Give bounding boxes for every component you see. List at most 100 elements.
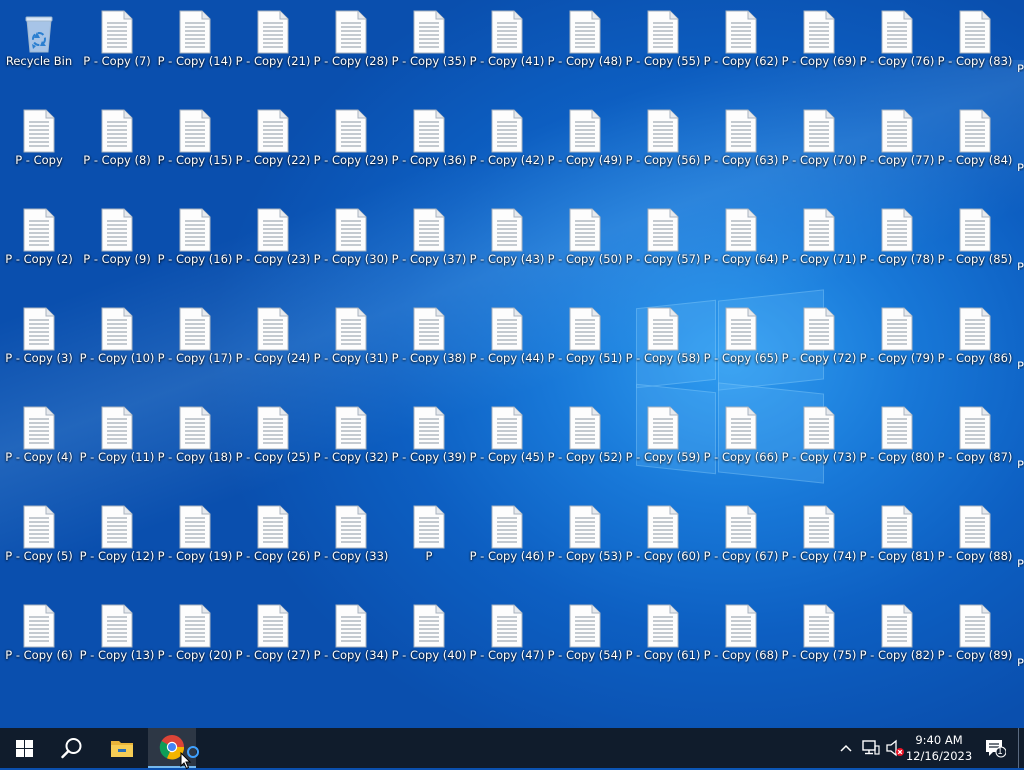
- desktop-file-offscreen[interactable]: P: [1017, 355, 1024, 369]
- desktop-file-icon[interactable]: P - Copy (27): [234, 594, 312, 672]
- desktop-file-icon[interactable]: P - Copy (52): [546, 396, 624, 474]
- desktop-file-icon[interactable]: P - Copy (89): [936, 594, 1014, 672]
- desktop-file-icon[interactable]: P - Copy (85): [936, 198, 1014, 276]
- desktop-file-icon[interactable]: P - Copy (64): [702, 198, 780, 276]
- desktop-file-icon[interactable]: P - Copy (43): [468, 198, 546, 276]
- desktop-file-icon[interactable]: P - Copy (25): [234, 396, 312, 474]
- desktop-file-icon[interactable]: P - Copy (63): [702, 99, 780, 177]
- desktop-file-icon[interactable]: P - Copy (37): [390, 198, 468, 276]
- desktop-file-icon[interactable]: P - Copy (48): [546, 0, 624, 78]
- desktop-file-icon[interactable]: P - Copy (38): [390, 297, 468, 375]
- desktop-file-icon[interactable]: P - Copy (15): [156, 99, 234, 177]
- desktop-file-icon[interactable]: P - Copy (45): [468, 396, 546, 474]
- volume-button[interactable]: [884, 728, 906, 768]
- desktop-file-icon[interactable]: P - Copy (47): [468, 594, 546, 672]
- taskbar-chrome[interactable]: [148, 728, 199, 770]
- desktop-file-icon[interactable]: P - Copy (53): [546, 495, 624, 573]
- desktop-file-icon[interactable]: P - Copy (40): [390, 594, 468, 672]
- desktop-file-icon[interactable]: P - Copy (79): [858, 297, 936, 375]
- desktop-file-icon[interactable]: P - Copy (20): [156, 594, 234, 672]
- desktop-file-icon[interactable]: P - Copy (13): [78, 594, 156, 672]
- desktop-file-icon[interactable]: P - Copy (8): [78, 99, 156, 177]
- desktop-file-icon[interactable]: P - Copy (62): [702, 0, 780, 78]
- show-hidden-icons-button[interactable]: [836, 728, 856, 768]
- desktop-file-icon[interactable]: P - Copy (61): [624, 594, 702, 672]
- desktop-file-offscreen[interactable]: P: [1017, 553, 1024, 567]
- desktop-file-icon[interactable]: P - Copy (70): [780, 99, 858, 177]
- desktop-file-icon[interactable]: P - Copy (76): [858, 0, 936, 78]
- desktop-file-icon[interactable]: P - Copy (69): [780, 0, 858, 78]
- desktop-file-icon[interactable]: P - Copy (44): [468, 297, 546, 375]
- desktop-file-offscreen[interactable]: P: [1017, 58, 1024, 72]
- desktop-file-icon[interactable]: P - Copy (11): [78, 396, 156, 474]
- desktop-file-icon[interactable]: P - Copy (7): [78, 0, 156, 78]
- desktop-file-icon[interactable]: P - Copy (2): [0, 198, 78, 276]
- desktop-file-icon[interactable]: P - Copy (87): [936, 396, 1014, 474]
- desktop-file-icon[interactable]: P - Copy (81): [858, 495, 936, 573]
- desktop-file-icon[interactable]: P - Copy (78): [858, 198, 936, 276]
- desktop-file-icon[interactable]: P - Copy (75): [780, 594, 858, 672]
- desktop-file-icon[interactable]: P - Copy (60): [624, 495, 702, 573]
- desktop-file-icon[interactable]: P - Copy (54): [546, 594, 624, 672]
- desktop-file-icon[interactable]: P - Copy (58): [624, 297, 702, 375]
- desktop-file-icon[interactable]: P - Copy (59): [624, 396, 702, 474]
- recycle-bin[interactable]: Recycle Bin: [0, 0, 78, 78]
- action-center-button[interactable]: 1: [980, 728, 1010, 768]
- desktop-file-icon[interactable]: P - Copy (72): [780, 297, 858, 375]
- desktop-file-icon[interactable]: P - Copy (32): [312, 396, 390, 474]
- desktop-file-icon[interactable]: P - Copy (67): [702, 495, 780, 573]
- desktop-file-icon[interactable]: P - Copy (42): [468, 99, 546, 177]
- desktop-file-icon[interactable]: P - Copy (26): [234, 495, 312, 573]
- desktop-file-icon[interactable]: P - Copy (56): [624, 99, 702, 177]
- desktop-file-icon[interactable]: P - Copy (30): [312, 198, 390, 276]
- start-button[interactable]: [0, 728, 48, 768]
- desktop-file-icon[interactable]: P - Copy (14): [156, 0, 234, 78]
- desktop-file-icon[interactable]: P - Copy (6): [0, 594, 78, 672]
- desktop-file-icon[interactable]: P - Copy (34): [312, 594, 390, 672]
- desktop-file-icon[interactable]: P - Copy (24): [234, 297, 312, 375]
- desktop-file-icon[interactable]: P - Copy (80): [858, 396, 936, 474]
- desktop-file-icon[interactable]: P - Copy (21): [234, 0, 312, 78]
- desktop-file-icon[interactable]: P - Copy (73): [780, 396, 858, 474]
- desktop-file-icon[interactable]: P - Copy (12): [78, 495, 156, 573]
- show-desktop-button[interactable]: [1018, 728, 1019, 768]
- desktop-file-icon[interactable]: P - Copy (77): [858, 99, 936, 177]
- desktop-file-icon[interactable]: P - Copy (51): [546, 297, 624, 375]
- desktop-file-icon[interactable]: P - Copy (23): [234, 198, 312, 276]
- clock[interactable]: 9:40 AM 12/16/2023: [906, 728, 972, 768]
- desktop-file-icon[interactable]: P - Copy (10): [78, 297, 156, 375]
- desktop-file-icon[interactable]: P - Copy (29): [312, 99, 390, 177]
- desktop-file-offscreen[interactable]: P: [1017, 256, 1024, 270]
- desktop-file-icon[interactable]: P - Copy (33): [312, 495, 390, 573]
- desktop-file-icon[interactable]: P - Copy (55): [624, 0, 702, 78]
- network-button[interactable]: [860, 728, 882, 768]
- desktop-file-icon[interactable]: P - Copy (46): [468, 495, 546, 573]
- desktop-file-icon[interactable]: P - Copy (36): [390, 99, 468, 177]
- desktop-file-icon[interactable]: P - Copy (4): [0, 396, 78, 474]
- desktop-file-icon[interactable]: P - Copy (19): [156, 495, 234, 573]
- desktop-file-icon[interactable]: P - Copy (74): [780, 495, 858, 573]
- desktop-file-icon[interactable]: P - Copy (65): [702, 297, 780, 375]
- desktop-file-icon[interactable]: P - Copy (82): [858, 594, 936, 672]
- desktop-file-icon[interactable]: P - Copy (86): [936, 297, 1014, 375]
- desktop-file-icon[interactable]: P - Copy (17): [156, 297, 234, 375]
- desktop-file-icon[interactable]: P - Copy (41): [468, 0, 546, 78]
- desktop-file-icon[interactable]: P - Copy (71): [780, 198, 858, 276]
- taskbar-file-explorer[interactable]: [98, 728, 146, 768]
- desktop-file-offscreen[interactable]: P: [1017, 157, 1024, 171]
- desktop-file-offscreen[interactable]: P: [1017, 652, 1024, 666]
- desktop-file-icon[interactable]: P - Copy (57): [624, 198, 702, 276]
- desktop-file-icon[interactable]: P - Copy (18): [156, 396, 234, 474]
- desktop-file-icon[interactable]: P - Copy (49): [546, 99, 624, 177]
- desktop-file-icon[interactable]: P - Copy: [0, 99, 78, 177]
- desktop-file-icon[interactable]: P - Copy (31): [312, 297, 390, 375]
- desktop-file-icon[interactable]: P - Copy (66): [702, 396, 780, 474]
- desktop-file-icon[interactable]: P - Copy (50): [546, 198, 624, 276]
- desktop-file-icon[interactable]: P - Copy (39): [390, 396, 468, 474]
- desktop-file-icon[interactable]: P - Copy (84): [936, 99, 1014, 177]
- desktop-file-icon[interactable]: P - Copy (68): [702, 594, 780, 672]
- desktop-file-icon[interactable]: P - Copy (28): [312, 0, 390, 78]
- search-button[interactable]: [48, 728, 96, 768]
- desktop-file-icon[interactable]: P: [390, 495, 468, 573]
- desktop-file-icon[interactable]: P - Copy (88): [936, 495, 1014, 573]
